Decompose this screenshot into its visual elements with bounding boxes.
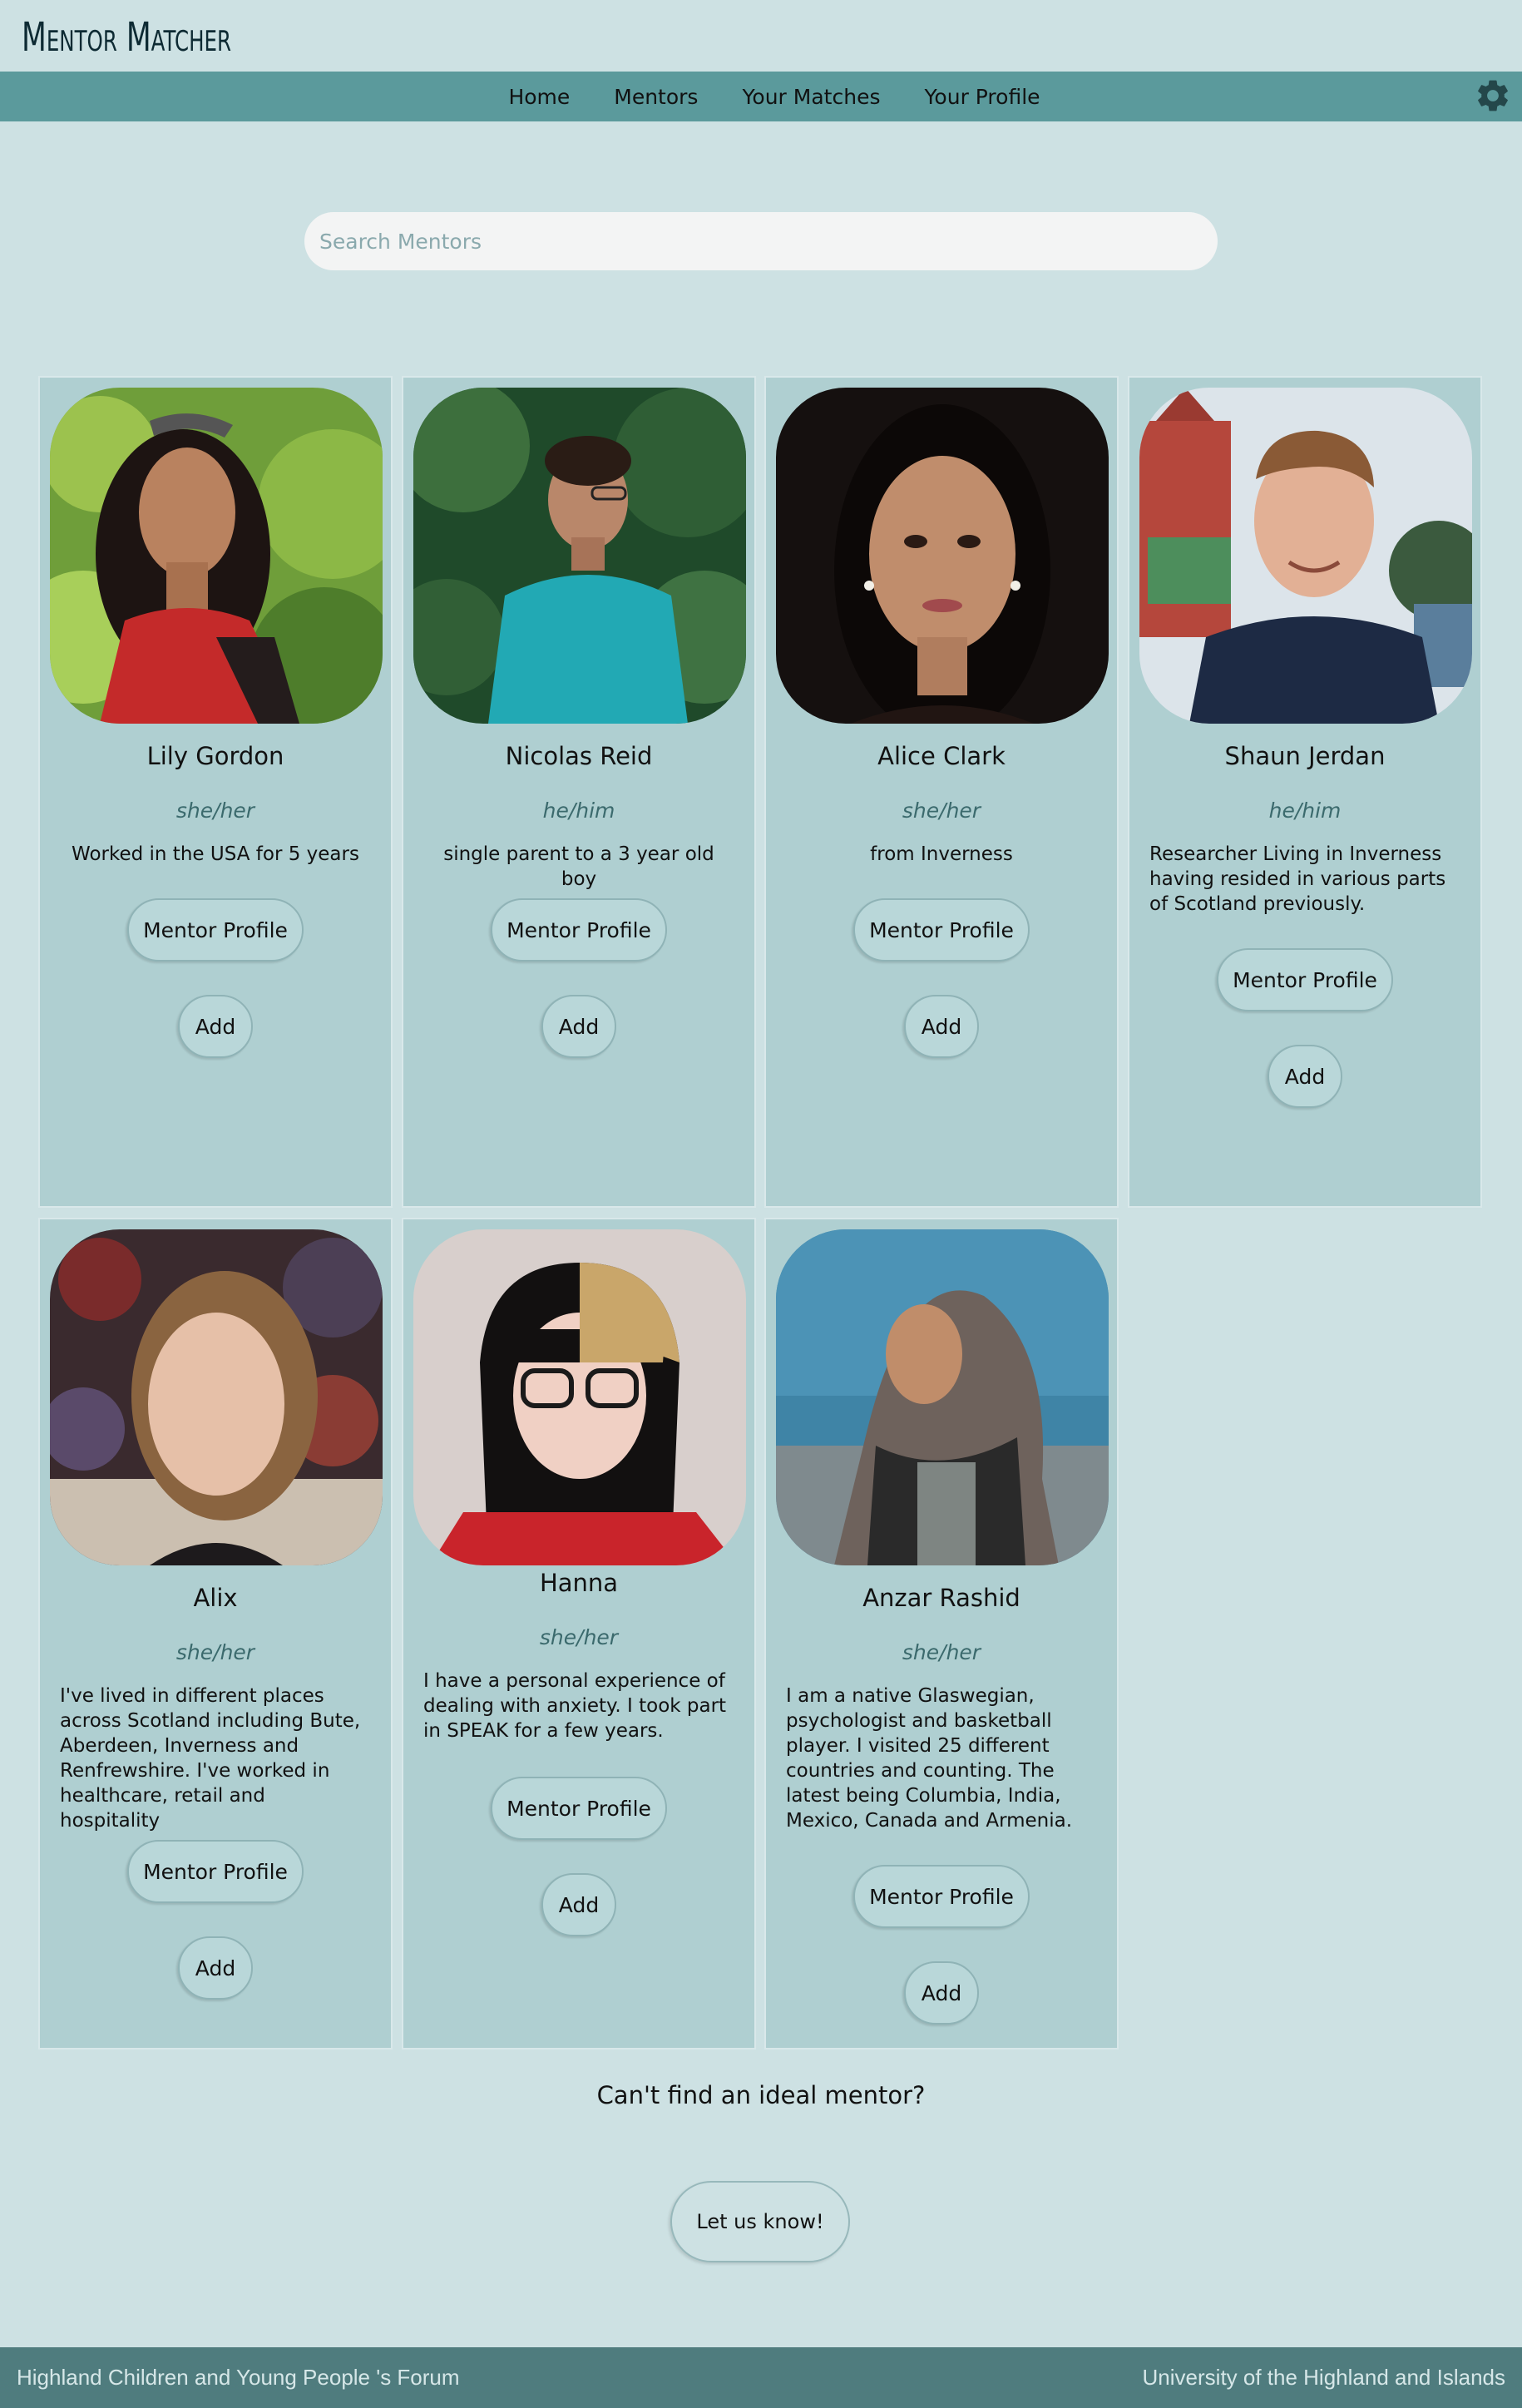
- add-mentor-button[interactable]: Add: [541, 1873, 616, 1936]
- mentor-name: Nicolas Reid: [505, 742, 653, 770]
- mentor-profile-button[interactable]: Mentor Profile: [853, 898, 1030, 962]
- mentor-bio: Worked in the USA for 5 years: [72, 843, 359, 865]
- mentor-card: Lily Gordon she/her Worked in the USA fo…: [38, 376, 393, 1208]
- mentor-profile-button[interactable]: Mentor Profile: [491, 898, 667, 962]
- nav-item-your-matches[interactable]: Your Matches: [742, 85, 880, 109]
- mentor-photo: [413, 388, 746, 724]
- mentor-pronouns: she/her: [175, 799, 255, 823]
- mentor-pronouns: he/him: [1268, 799, 1342, 823]
- mentor-bio: I have a personal experience of dealing …: [423, 1670, 727, 1742]
- add-mentor-button[interactable]: Add: [178, 1936, 253, 2000]
- cant-find-text: Can't find an ideal mentor?: [596, 2081, 926, 2109]
- mentor-bio: single parent to a 3 year old boy: [443, 843, 714, 890]
- add-mentor-button[interactable]: Add: [1268, 1045, 1342, 1108]
- mentor-name: Alice Clark: [877, 742, 1006, 770]
- mentor-card: Shaun Jerdan he/him Researcher Living in…: [1128, 376, 1482, 1208]
- mentor-name: Anzar Rashid: [862, 1584, 1020, 1612]
- mentor-card: Nicolas Reid he/him single parent to a 3…: [402, 376, 756, 1208]
- add-mentor-button[interactable]: Add: [541, 995, 616, 1058]
- add-mentor-button[interactable]: Add: [178, 995, 253, 1058]
- mentor-profile-button[interactable]: Mentor Profile: [491, 1777, 667, 1840]
- mentor-profile-button[interactable]: Mentor Profile: [1217, 948, 1393, 1011]
- mentor-bio: from Inverness: [870, 843, 1013, 865]
- mentor-pronouns: she/her: [539, 1625, 619, 1649]
- app-title: Mentor Matcher: [22, 14, 231, 61]
- mentor-profile-button[interactable]: Mentor Profile: [853, 1865, 1030, 1928]
- mentor-photo: [50, 1229, 383, 1565]
- footer-right-link[interactable]: University of the Highland and Islands: [1143, 2365, 1505, 2391]
- mentor-pronouns: she/her: [902, 1640, 981, 1664]
- nav-item-mentors[interactable]: Mentors: [614, 85, 698, 109]
- mentor-photo: [413, 1229, 746, 1565]
- search-bar: [304, 212, 1218, 270]
- mentor-card: Alix she/her I've lived in different pla…: [38, 1218, 393, 2050]
- add-mentor-button[interactable]: Add: [904, 995, 979, 1058]
- mentor-name: Shaun Jerdan: [1224, 742, 1386, 770]
- mentor-card: Hanna she/her I have a personal experien…: [402, 1218, 756, 2050]
- mentor-photo: [1139, 388, 1472, 724]
- mentor-name: Lily Gordon: [146, 742, 284, 770]
- mentor-bio: Researcher Living in Inverness having re…: [1149, 843, 1446, 915]
- mentor-bio: I've lived in different places across Sc…: [60, 1685, 361, 1832]
- nav-links: Home Mentors Your Matches Your Profile: [508, 85, 1040, 109]
- mentor-card: Anzar Rashid she/her I am a native Glasw…: [764, 1218, 1119, 2050]
- mentor-card: Alice Clark she/her from Inverness Mento…: [764, 376, 1119, 1208]
- mentor-pronouns: he/him: [542, 799, 615, 823]
- add-mentor-button[interactable]: Add: [904, 1961, 979, 2025]
- mentor-photo: [50, 388, 383, 724]
- footer: Highland Children and Young People 's Fo…: [0, 2347, 1522, 2408]
- mentor-name: Alix: [193, 1584, 238, 1612]
- mentor-pronouns: she/her: [175, 1640, 255, 1664]
- let-us-know-button[interactable]: Let us know!: [670, 2181, 850, 2262]
- nav-item-your-profile[interactable]: Your Profile: [924, 85, 1040, 109]
- mentor-photo: [776, 1229, 1109, 1565]
- search-input[interactable]: [304, 212, 1218, 270]
- footer-left-link[interactable]: Highland Children and Young People 's Fo…: [17, 2365, 460, 2391]
- mentor-pronouns: she/her: [902, 799, 981, 823]
- mentor-photo: [776, 388, 1109, 724]
- mentor-name: Hanna: [539, 1569, 619, 1597]
- nav-item-home[interactable]: Home: [508, 85, 570, 109]
- main-navbar: Home Mentors Your Matches Your Profile: [0, 72, 1522, 121]
- mentor-profile-button[interactable]: Mentor Profile: [127, 1840, 304, 1903]
- mentor-profile-button[interactable]: Mentor Profile: [127, 898, 304, 962]
- mentor-bio: I am a native Glaswegian, psychologist a…: [786, 1685, 1073, 1832]
- gear-icon[interactable]: [1474, 77, 1512, 115]
